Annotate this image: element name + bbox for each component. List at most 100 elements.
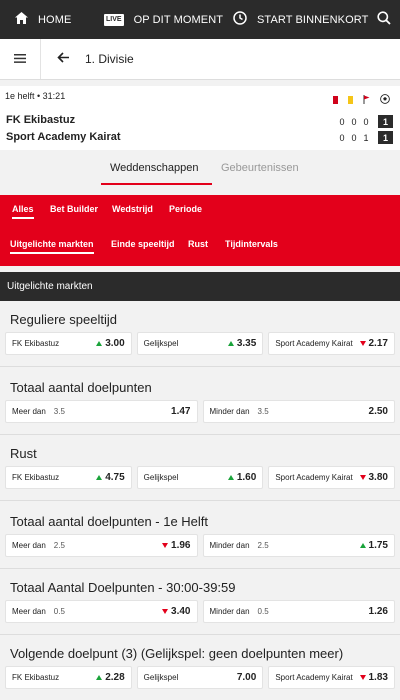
odds-button[interactable]: Gelijkspel 1.60	[136, 466, 264, 489]
outcome-label: Gelijkspel	[144, 473, 179, 482]
odds-value: 1.75	[368, 540, 388, 551]
clock-icon	[233, 11, 247, 28]
market-block: Totaal Aantal Doelpunten - 30:00-39:59 Me…	[0, 569, 400, 635]
odds-value-wrap: 1.47	[171, 406, 190, 417]
search-icon	[377, 11, 391, 28]
market-divider	[0, 500, 400, 501]
score-corners: 0	[363, 116, 369, 127]
outcome-label: Sport Academy Kairat	[275, 673, 352, 682]
outcome-name: Minder dan	[209, 607, 250, 616]
yellow-card-icon	[348, 96, 353, 104]
odds-value-wrap: 1.96	[162, 540, 191, 551]
odds-button[interactable]: FK Ekibastuz 2.28	[5, 666, 132, 689]
outcome-line: 2.5	[53, 541, 65, 550]
match-time: 1e helft • 31:21	[5, 91, 66, 101]
odds-button[interactable]: Meer dan 3.5 1.47	[5, 400, 198, 423]
odds-value: 3.40	[171, 606, 191, 617]
odds-value-wrap: 2.17	[359, 338, 388, 349]
odds-button[interactable]: Gelijkspel 3.35	[136, 332, 264, 355]
nav-home[interactable]: HOME	[15, 0, 71, 39]
odds-value-wrap: 3.00	[96, 338, 125, 349]
odds-value-wrap: 1.60	[227, 472, 257, 483]
outcome-label: Minder dan 2.5	[210, 541, 269, 550]
outcome-label: Gelijkspel	[144, 339, 179, 348]
back-button[interactable]	[55, 51, 71, 67]
filter-match[interactable]: Wedstrijd	[112, 204, 153, 214]
odds-row: FK Ekibastuz 2.28 Gelijkspel 7.00 Sport Acad…	[5, 666, 395, 689]
odds-value: 1.60	[236, 472, 257, 483]
odds-button[interactable]: Sport Academy Kairat 3.80	[268, 466, 395, 489]
outcome-line: 3.5	[257, 407, 269, 416]
outcome-label: Sport Academy Kairat	[275, 473, 352, 482]
odds-value: 1.47	[171, 406, 191, 417]
outcome-name: Gelijkspel	[143, 339, 179, 348]
market-title: Volgende doelpunt (3) (Gelijkspel: geen …	[10, 646, 344, 661]
odds-value: 1.26	[368, 606, 388, 617]
filter-time-intervals[interactable]: Tijdintervals	[225, 239, 278, 249]
odds-button[interactable]: Gelijkspel 7.00	[136, 666, 264, 689]
nav-starting-soon[interactable]: START BINNENKORT	[233, 0, 368, 39]
arrow-down-icon	[162, 543, 169, 548]
outcome-label: Sport Academy Kairat	[275, 339, 352, 348]
arrow-up-icon	[96, 341, 103, 346]
team-away-scores: 0 0 1 1	[336, 131, 393, 144]
filter-bet-builder[interactable]: Bet Builder	[50, 204, 98, 214]
odds-value: 4.75	[105, 472, 125, 483]
red-card-icon	[333, 96, 338, 104]
nav-live[interactable]: LIVE OP DIT MOMENT	[104, 0, 223, 39]
nav-live-label: OP DIT MOMENT	[133, 13, 224, 26]
odds-value-wrap: 3.80	[359, 472, 388, 483]
outcome-name: FK Ekibastuz	[12, 473, 60, 482]
odds-button[interactable]: FK Ekibastuz 4.75	[5, 466, 132, 489]
stat-legend	[333, 91, 390, 109]
home-icon	[15, 12, 28, 27]
section-title: Uitgelichte markten	[7, 281, 93, 292]
odds-value: 1.83	[368, 672, 388, 683]
market-block: Totaal aantal doelpunten Meer dan 3.5 1.47 M…	[0, 369, 400, 435]
tab-bets[interactable]: Weddenschappen	[110, 162, 198, 174]
active-tab-indicator	[101, 183, 212, 185]
odds-button[interactable]: Minder dan 2.5 1.75	[202, 534, 395, 557]
odds-button[interactable]: Minder dan 0.5 1.26	[202, 600, 395, 623]
filter-full-time[interactable]: Einde speeltijd	[111, 239, 175, 249]
outcome-name: Meer dan	[12, 541, 46, 550]
score-red-cards: 0	[339, 116, 345, 127]
score-red-cards: 0	[339, 132, 345, 143]
odds-value: 3.35	[236, 338, 257, 349]
search-button[interactable]	[377, 0, 391, 39]
arrow-left-icon	[56, 50, 70, 68]
filter-period[interactable]: Periode	[169, 204, 202, 214]
menu-button[interactable]	[0, 39, 41, 79]
odds-value: 1.96	[171, 540, 191, 551]
filter-bar: Alles Bet Builder Wedstrijd Periode Uitg…	[0, 195, 400, 266]
market-block: Rust FK Ekibastuz 4.75 Gelijkspel 1.60 Sport …	[0, 435, 400, 501]
score-yellow-cards: 0	[351, 132, 357, 143]
filter-half-time[interactable]: Rust	[188, 239, 208, 249]
odds-button[interactable]: Meer dan 2.5 1.96	[5, 534, 198, 557]
outcome-name: Sport Academy Kairat	[275, 673, 353, 682]
market-block: Reguliere speeltijd FK Ekibastuz 3.00 Gelij…	[0, 301, 400, 367]
filter-all[interactable]: Alles	[12, 204, 34, 219]
score-corners: 1	[363, 132, 369, 143]
odds-button[interactable]: Sport Academy Kairat 1.83	[268, 666, 395, 689]
arrow-up-icon	[359, 543, 366, 548]
odds-value-wrap: 4.75	[96, 472, 125, 483]
odds-button[interactable]: Meer dan 0.5 3.40	[5, 600, 198, 623]
corner-flag-icon	[363, 91, 370, 109]
odds-button[interactable]: Minder dan 3.5 2.50	[202, 400, 395, 423]
outcome-label: FK Ekibastuz	[12, 339, 59, 348]
ball-icon	[380, 91, 390, 109]
odds-button[interactable]: Sport Academy Kairat 2.17	[268, 332, 395, 355]
odds-row: Meer dan 3.5 1.47 Minder dan 3.5 2.50	[5, 400, 395, 423]
market-block: Volgende doelpunt (3) (Gelijkspel: geen …	[0, 635, 400, 700]
outcome-name: FK Ekibastuz	[12, 339, 60, 348]
team-home-scores: 0 0 0 1	[336, 115, 393, 128]
outcome-name: Minder dan	[209, 407, 250, 416]
outcome-name: Sport Academy Kairat	[275, 473, 353, 482]
odds-value-wrap: 3.35	[227, 338, 257, 349]
outcome-name: FK Ekibastuz	[12, 673, 60, 682]
tab-events[interactable]: Gebeurtenissen	[221, 162, 299, 174]
filter-featured-markets[interactable]: Uitgelichte markten	[10, 239, 94, 254]
market-divider	[0, 366, 400, 367]
odds-button[interactable]: FK Ekibastuz 3.00	[5, 332, 132, 355]
